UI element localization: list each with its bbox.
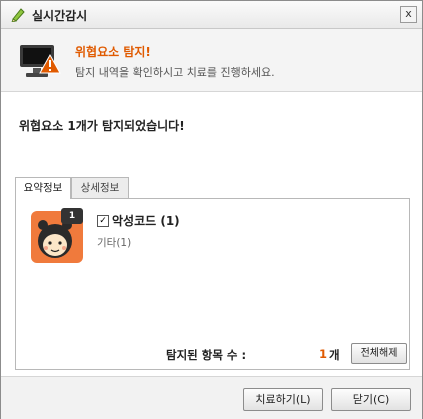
- malware-sublabel: 기타(1): [97, 237, 132, 249]
- malware-checkbox[interactable]: ✓: [97, 215, 109, 227]
- tab-details[interactable]: 상세정보: [71, 177, 129, 198]
- pencil-icon: [11, 8, 25, 22]
- alert-title: 위협요소 탐지!: [75, 45, 151, 59]
- title-bar[interactable]: 실시간감시 x: [1, 1, 422, 29]
- detected-count-value: 1: [319, 347, 328, 361]
- treat-button[interactable]: 치료하기(L): [243, 388, 323, 411]
- detected-count-unit: 개: [329, 348, 340, 362]
- alert-subtitle: 탐지 내역을 확인하시고 치료를 진행하세요.: [75, 66, 275, 79]
- dialog-window: 실시간감시 x 위협요소 탐지! 탐지 내역을 확인하시고 치료를 진행하세요.…: [0, 0, 423, 419]
- alert-header: 위협요소 탐지! 탐지 내역을 확인하시고 치료를 진행하세요.: [1, 29, 422, 92]
- warning-monitor-icon: [20, 45, 61, 77]
- detected-count-label: 탐지된 항목 수 :: [166, 348, 247, 362]
- summary-panel: 1 ✓ 악성코드 (1) 기타(1) 탐지된 항목 수 : 1 개 전체해제: [15, 198, 410, 370]
- close-button[interactable]: 닫기(C): [331, 388, 411, 411]
- window-title: 실시간감시: [32, 9, 88, 23]
- count-badge: 1: [61, 208, 83, 224]
- tab-summary[interactable]: 요약정보: [15, 177, 71, 199]
- detection-message: 위협요소 1개가 탐지되었습니다!: [19, 119, 185, 133]
- footer-bar: 치료하기(L) 닫기(C): [1, 376, 422, 419]
- deselect-all-button[interactable]: 전체해제: [351, 343, 407, 364]
- close-icon[interactable]: x: [400, 6, 417, 23]
- malware-label: 악성코드 (1): [112, 214, 180, 228]
